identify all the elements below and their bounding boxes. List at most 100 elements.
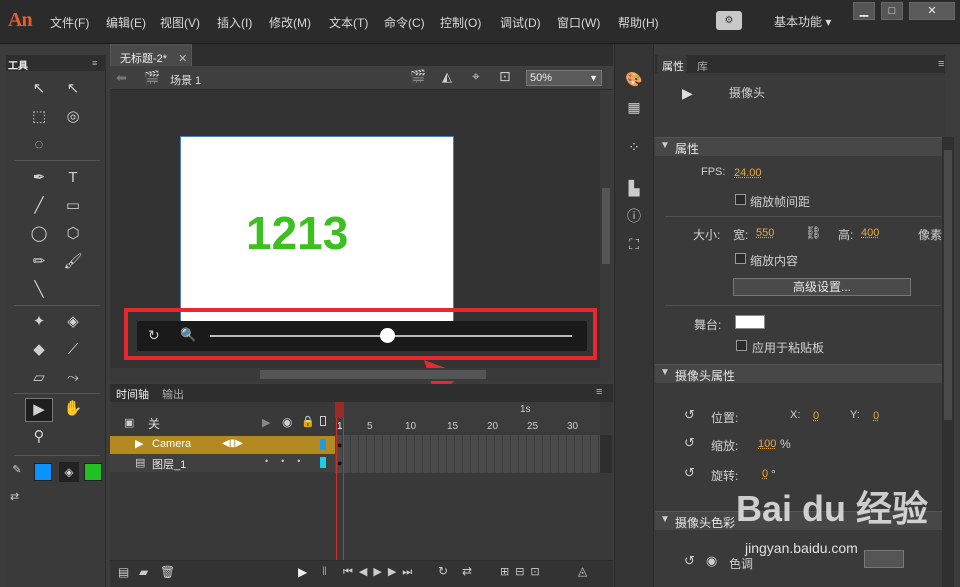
paint-bucket-tool-icon[interactable]: ◈ bbox=[62, 311, 84, 333]
ink-bottle-tool-icon[interactable]: ◆ bbox=[28, 339, 50, 361]
swatches-panel-icon[interactable]: ▦ bbox=[624, 97, 644, 117]
timeline-vertical-scrollbar[interactable] bbox=[600, 435, 612, 473]
zoom-tool-icon[interactable]: ⚲ bbox=[28, 426, 50, 448]
lock-icon[interactable]: 🔒 bbox=[301, 415, 315, 428]
timeline-frames[interactable] bbox=[335, 435, 600, 473]
x-value[interactable]: 0 bbox=[813, 410, 819, 422]
reset-position-icon[interactable]: ↺ bbox=[684, 407, 695, 423]
collapse-icon[interactable]: ▼ bbox=[660, 367, 670, 378]
minimize-button[interactable]: ▁ bbox=[853, 2, 875, 20]
edit-multiple-frames-icon[interactable]: ⊞⊟⊡ bbox=[500, 565, 546, 578]
polystar-tool-icon[interactable]: ⬡ bbox=[62, 223, 84, 245]
back-arrow-icon[interactable]: ⬅ bbox=[116, 70, 127, 86]
menu-insert[interactable]: 插入(I) bbox=[217, 14, 252, 31]
close-tab-icon[interactable]: ✕ bbox=[178, 53, 187, 65]
stage-color-swatch[interactable] bbox=[735, 315, 765, 329]
collapse-icon[interactable]: ▼ bbox=[660, 514, 670, 525]
link-icon[interactable]: ⛓ bbox=[805, 225, 822, 241]
zoom-value-prop[interactable]: 100 bbox=[758, 438, 776, 450]
text-tool-icon[interactable]: T bbox=[62, 167, 84, 189]
properties-scroll-thumb[interactable] bbox=[944, 150, 952, 420]
hand-tool-icon[interactable]: ✋ bbox=[62, 398, 84, 420]
line-tool-icon[interactable]: ╱ bbox=[28, 195, 50, 217]
eraser-tool-icon[interactable]: ▱ bbox=[28, 367, 50, 389]
center-stage-icon[interactable]: ⌖ bbox=[472, 68, 480, 85]
advanced-settings-button[interactable]: 高级设置... bbox=[733, 278, 911, 296]
menu-help[interactable]: 帮助(H) bbox=[618, 14, 659, 31]
maximize-button[interactable]: □ bbox=[881, 2, 903, 20]
edit-scene-icon[interactable]: 🎬 bbox=[410, 69, 426, 85]
clip-content-icon[interactable]: ⊡ bbox=[499, 68, 511, 85]
panel-menu-icon[interactable]: ≡ bbox=[92, 58, 97, 68]
rectangle-tool-icon[interactable]: ▭ bbox=[62, 195, 84, 217]
layer-name[interactable]: Camera bbox=[152, 438, 191, 450]
tab-timeline[interactable]: 时间轴 bbox=[116, 386, 149, 402]
playback-controls-icon[interactable]: ⏮◀▶▶⏭ bbox=[343, 565, 418, 579]
eye-icon[interactable]: ◉ bbox=[282, 415, 292, 429]
frame-size-icon[interactable]: ◬ bbox=[578, 564, 587, 578]
height-value[interactable]: 400 bbox=[861, 227, 879, 239]
brush-tool-icon[interactable]: ╲ bbox=[28, 279, 50, 301]
color-panel-icon[interactable]: 🎨 bbox=[624, 69, 644, 89]
free-transform-tool-icon[interactable]: ⬚ bbox=[28, 106, 50, 128]
lasso-tool-icon[interactable]: ◌ bbox=[28, 134, 50, 156]
workspace-switcher[interactable]: 基本功能 ▾ bbox=[774, 13, 831, 30]
scale-content-checkbox[interactable] bbox=[735, 253, 746, 264]
swap-colors-icon[interactable]: ⇄ bbox=[10, 490, 19, 503]
width-tool-icon[interactable]: ⤳ bbox=[62, 367, 84, 389]
new-folder-icon[interactable]: ▰ bbox=[139, 565, 148, 579]
menu-window[interactable]: 窗口(W) bbox=[557, 14, 600, 31]
keyframe[interactable]: ● bbox=[337, 440, 342, 450]
playhead-handle[interactable] bbox=[335, 402, 344, 418]
camera-tool-icon[interactable]: ▶ bbox=[25, 398, 53, 422]
fill-color-swatch[interactable] bbox=[84, 463, 102, 481]
layer-outline-color[interactable] bbox=[320, 457, 326, 468]
layer-state-dots[interactable]: ••• bbox=[265, 456, 313, 466]
scale-spacing-checkbox[interactable] bbox=[735, 194, 746, 205]
info-panel-icon[interactable]: ⓘ bbox=[624, 206, 644, 226]
section-camera-properties[interactable]: 摄像头属性 bbox=[655, 364, 942, 383]
3d-rotation-tool-icon[interactable]: ◎ bbox=[62, 106, 84, 128]
stage-text[interactable]: 1213 bbox=[246, 206, 348, 260]
tab-library[interactable]: 库 bbox=[697, 58, 708, 74]
menu-control[interactable]: 控制(O) bbox=[440, 14, 481, 31]
eye-icon[interactable]: ◉ bbox=[706, 553, 717, 569]
eyedropper-tool-icon[interactable]: ⟋ bbox=[62, 339, 84, 361]
camera-toggle-icon[interactable]: ▣ bbox=[124, 416, 134, 429]
rotate-value[interactable]: 0 bbox=[762, 468, 768, 480]
collapse-icon[interactable]: ▼ bbox=[660, 140, 670, 151]
reset-rotation-icon[interactable]: ↺ bbox=[684, 465, 695, 481]
horizontal-scroll-thumb[interactable] bbox=[260, 370, 486, 379]
camera-controls-icon[interactable]: ◀▮▶ bbox=[222, 438, 243, 449]
fps-value[interactable]: 24.00 bbox=[734, 167, 762, 179]
apply-paste-checkbox[interactable] bbox=[736, 340, 747, 351]
menu-view[interactable]: 视图(V) bbox=[160, 14, 200, 31]
y-value[interactable]: 0 bbox=[873, 410, 879, 422]
playhead[interactable] bbox=[336, 402, 344, 560]
panel-menu-icon[interactable]: ≡ bbox=[596, 386, 602, 398]
align-panel-icon[interactable]: ▙ bbox=[624, 178, 644, 198]
motion-presets-icon[interactable]: ⁘ bbox=[624, 137, 644, 157]
subselection-tool-icon[interactable]: ↖ bbox=[62, 78, 84, 100]
menu-edit[interactable]: 编辑(E) bbox=[106, 14, 146, 31]
timeline-ruler[interactable] bbox=[335, 402, 600, 432]
pen-tool-icon[interactable]: ✒ bbox=[28, 167, 50, 189]
tools-tab[interactable]: 工具 bbox=[8, 57, 28, 72]
outline-icon[interactable] bbox=[320, 416, 326, 426]
layer-outline-color[interactable] bbox=[320, 439, 326, 450]
stroke-color-swatch[interactable] bbox=[34, 463, 52, 481]
menu-modify[interactable]: 修改(M) bbox=[269, 14, 311, 31]
tab-properties[interactable]: 属性 bbox=[662, 58, 684, 74]
transform-panel-icon[interactable]: ⛶ bbox=[624, 234, 644, 254]
sync-settings-button[interactable]: ⚙ bbox=[716, 11, 742, 30]
keyframe[interactable]: ● bbox=[337, 458, 342, 468]
document-tab[interactable]: 无标题-2* ✕ bbox=[110, 44, 192, 66]
oval-tool-icon[interactable]: ◯ bbox=[28, 223, 50, 245]
selection-tool-icon[interactable]: ↖ bbox=[28, 78, 50, 100]
panel-menu-icon[interactable]: ≡ bbox=[938, 58, 944, 70]
vertical-scroll-thumb[interactable] bbox=[602, 188, 610, 264]
delete-icon[interactable]: 🗑 bbox=[160, 565, 175, 579]
loop-icon[interactable]: ↻ bbox=[438, 564, 448, 578]
onion-skin-icon[interactable]: ⇄ bbox=[462, 564, 472, 578]
zoom-select[interactable]: 50% ▼ bbox=[526, 70, 602, 86]
